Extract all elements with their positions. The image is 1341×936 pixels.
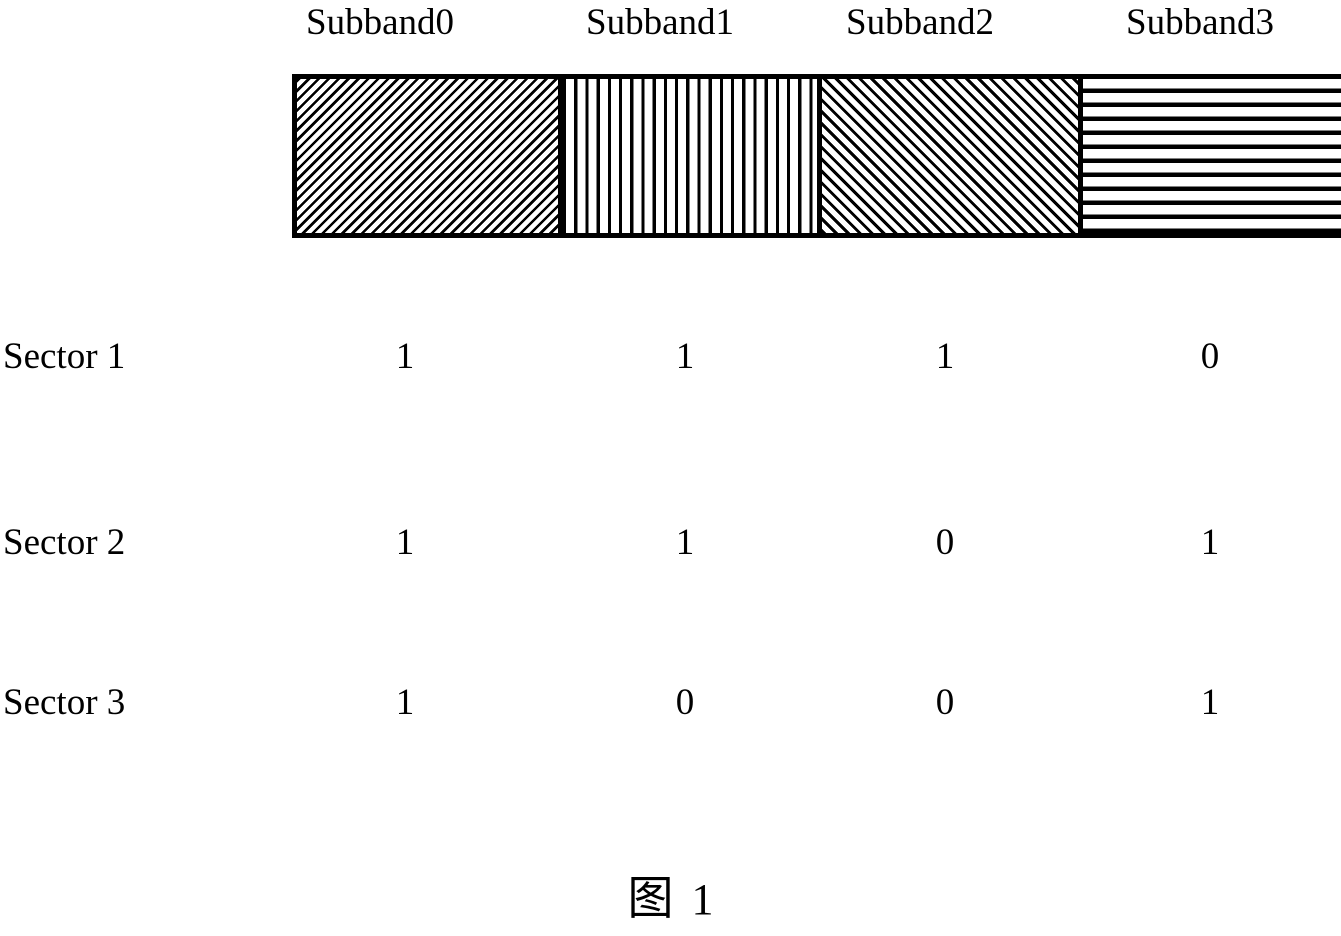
cell-sector2-subband0: 1 [395, 522, 415, 563]
cell-sector3-subband3: 1 [1200, 682, 1220, 723]
column-header-subband3: Subband3 [1126, 2, 1274, 43]
table-row: Sector 3 1 0 0 1 [0, 677, 1341, 729]
sector-label-2: Sector 2 [3, 522, 126, 563]
cell-sector1-subband1: 1 [675, 336, 695, 377]
figure-1-container: Subband0 Subband1 Subband2 Subband3 Sect… [0, 0, 1341, 936]
subband-segment-1 [558, 79, 817, 233]
cell-sector2-subband3: 1 [1200, 522, 1220, 563]
column-header-subband2: Subband2 [846, 2, 994, 43]
table-row: Sector 2 1 1 0 1 [0, 517, 1341, 569]
cell-sector2-subband2: 0 [935, 522, 955, 563]
cell-sector3-subband1: 0 [675, 682, 695, 723]
column-header-subband0: Subband0 [306, 2, 454, 43]
table-row: Sector 1 1 1 1 0 [0, 331, 1341, 383]
figure-caption-number: 1 [691, 875, 714, 924]
column-header-subband1: Subband1 [586, 2, 734, 43]
cell-sector1-subband2: 1 [935, 336, 955, 377]
sector-label-1: Sector 1 [3, 336, 126, 377]
figure-caption: 图1 [0, 868, 1341, 930]
cell-sector2-subband1: 1 [675, 522, 695, 563]
subband-bar [292, 74, 1341, 238]
cell-sector3-subband0: 1 [395, 682, 415, 723]
subband-segment-2 [817, 79, 1078, 233]
cell-sector1-subband3: 0 [1200, 336, 1220, 377]
subband-segment-3 [1078, 79, 1341, 233]
subband-segment-0 [297, 79, 558, 233]
sector-label-3: Sector 3 [3, 682, 126, 723]
figure-caption-cjk: 图 [627, 871, 674, 925]
cell-sector1-subband0: 1 [395, 336, 415, 377]
cell-sector3-subband2: 0 [935, 682, 955, 723]
